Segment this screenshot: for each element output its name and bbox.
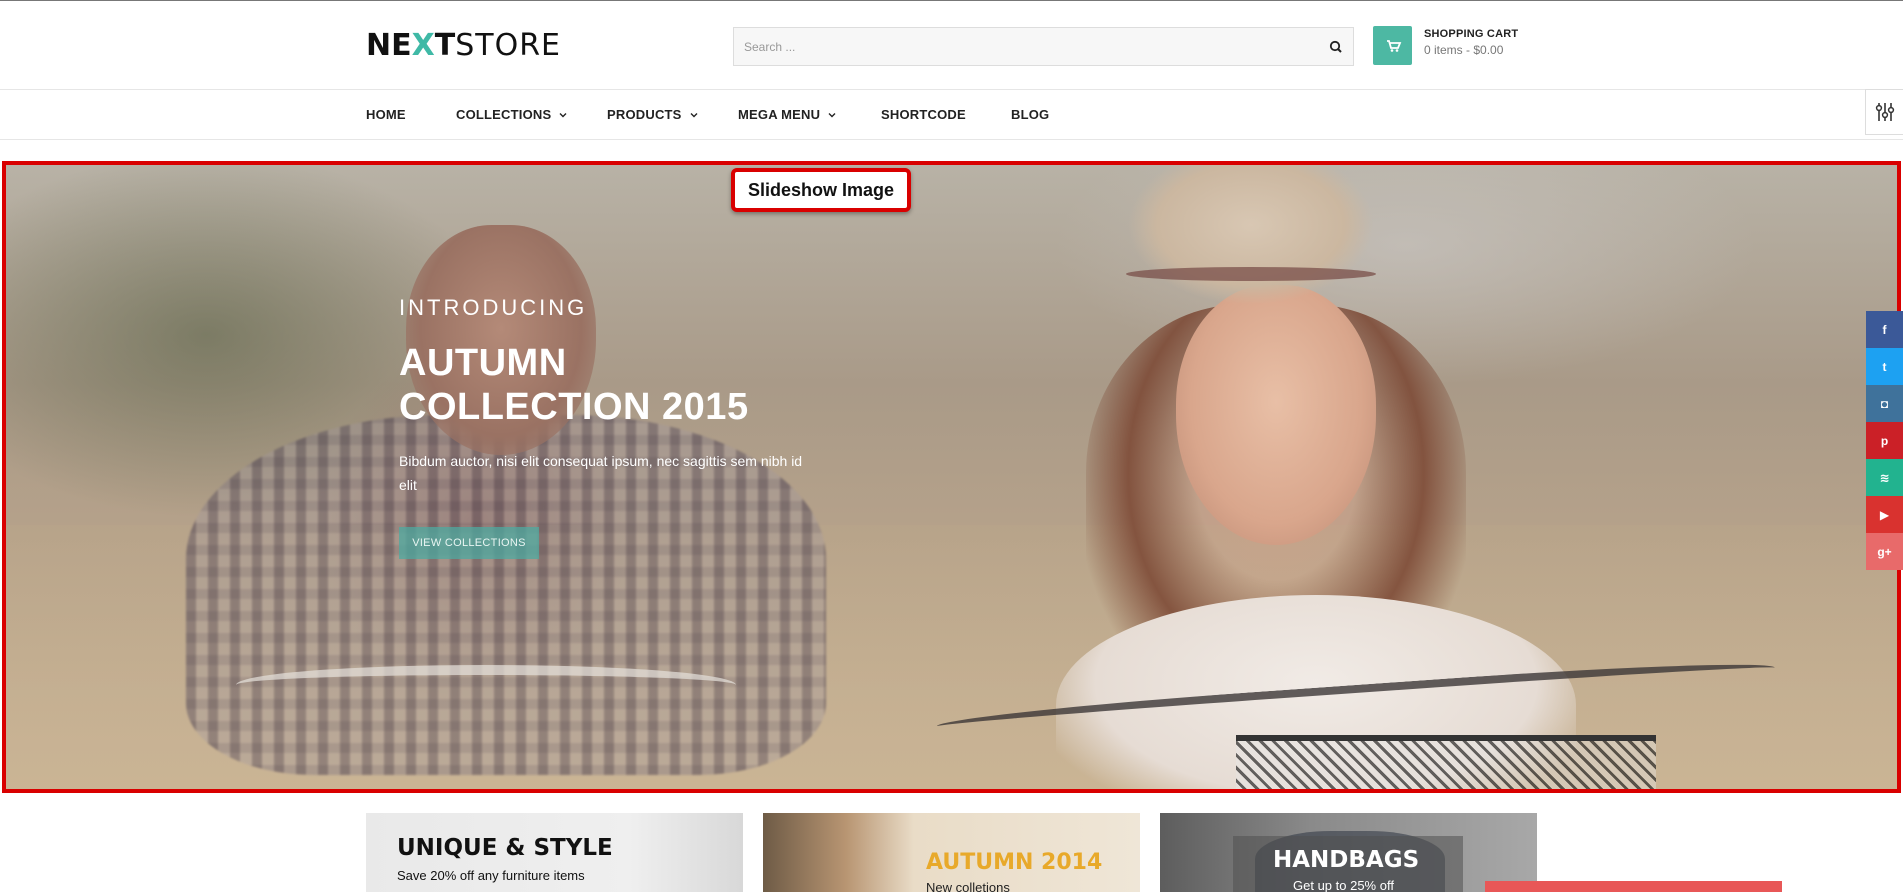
rss-icon: ≋ xyxy=(1879,470,1890,485)
nav-label: MEGA MENU xyxy=(738,107,821,122)
nav-item-collections[interactable]: COLLECTIONS xyxy=(456,107,567,122)
chevron-down-icon xyxy=(690,112,698,117)
logo-part-ne: NE xyxy=(366,28,412,63)
promo-banner-handbags[interactable]: HANDBAGS Get up to 25% off xyxy=(1160,813,1537,892)
nav-item-blog[interactable]: BLOG xyxy=(1011,107,1049,122)
twitter-link[interactable]: t xyxy=(1866,348,1903,385)
google-plus-link[interactable]: g+ xyxy=(1866,533,1903,570)
instagram-icon: ◘ xyxy=(1880,396,1889,411)
nav-label: SHORTCODE xyxy=(881,107,966,122)
promo-subtitle: New colletions xyxy=(926,880,1010,892)
nav-label: HOME xyxy=(366,107,406,122)
promo-banner-autumn[interactable]: AUTUMN 2014 New colletions xyxy=(763,813,1140,892)
twitter-icon: t xyxy=(1882,359,1887,374)
nav-item-home[interactable]: HOME xyxy=(366,107,406,122)
logo-part-store: STORE xyxy=(455,28,561,63)
search-box xyxy=(733,27,1354,66)
slide-headline: AUTUMN COLLECTION 2015 xyxy=(399,341,819,429)
cart-button[interactable] xyxy=(1373,26,1412,65)
youtube-icon: ▶ xyxy=(1879,507,1890,522)
promo-title: AUTUMN 2014 xyxy=(926,850,1103,875)
promo-subtitle: Get up to 25% off xyxy=(1293,878,1394,892)
search-button[interactable] xyxy=(1325,36,1347,58)
store-logo[interactable]: NE X T STORE xyxy=(366,31,561,61)
site-header: NEXTSTORE SHOPPING CART 0 items - $0.00 xyxy=(0,1,1903,89)
nav-label: BLOG xyxy=(1011,107,1050,122)
facebook-link[interactable]: f xyxy=(1866,311,1903,348)
cart-summary[interactable]: SHOPPING CART 0 items - $0.00 xyxy=(1424,28,1518,57)
cart-items-total: 0 items - $0.00 xyxy=(1424,43,1504,57)
nav-item-mega-menu[interactable]: MEGA MENU xyxy=(738,107,836,122)
annotation-label: Slideshow Image xyxy=(731,168,911,212)
nav-label: PRODUCTS xyxy=(607,107,682,122)
nav-item-shortcode[interactable]: SHORTCODE xyxy=(881,107,966,122)
slide-headline-line2: COLLECTION 2015 xyxy=(399,386,749,428)
shopping-cart-icon xyxy=(1387,40,1402,52)
pinterest-link[interactable]: p xyxy=(1866,422,1903,459)
chevron-down-icon xyxy=(828,112,836,117)
search-icon xyxy=(1329,40,1342,53)
logo-part-t: T xyxy=(434,28,456,63)
chevron-down-icon xyxy=(559,112,567,117)
slide-hat-band xyxy=(1126,267,1376,281)
slide-kicker: INTRODUCING xyxy=(399,295,588,320)
slide-woman-face xyxy=(1176,285,1376,545)
search-input[interactable] xyxy=(744,28,1304,65)
nav-item-products[interactable]: PRODUCTS xyxy=(607,107,698,122)
promo-title: UNIQUE & STYLE xyxy=(397,835,613,861)
social-sidebar: f t ◘ p ≋ ▶ g+ xyxy=(1866,311,1903,570)
main-nav: HOME COLLECTIONS PRODUCTS MEGA MENU SHOR… xyxy=(0,89,1903,140)
newsletter-popup-edge[interactable] xyxy=(1485,881,1782,892)
sliders-icon xyxy=(1875,103,1894,121)
cart-title: SHOPPING CART xyxy=(1424,28,1519,40)
promo-subtitle: Save 20% off any furniture items xyxy=(397,868,585,883)
rss-link[interactable]: ≋ xyxy=(1866,459,1903,496)
theme-settings-toggle[interactable] xyxy=(1865,89,1903,135)
pinterest-icon: p xyxy=(1880,433,1889,448)
logo-part-x: X xyxy=(411,28,435,63)
slide-headline-line1: AUTUMN xyxy=(399,342,567,384)
instagram-link[interactable]: ◘ xyxy=(1866,385,1903,422)
promo-title: HANDBAGS xyxy=(1273,847,1420,873)
slide-bike-basket xyxy=(1236,735,1656,789)
facebook-icon: f xyxy=(1882,322,1887,337)
slide-woman-hat xyxy=(1081,165,1421,315)
slideshow-image[interactable]: INTRODUCING AUTUMN COLLECTION 2015 Bibdu… xyxy=(2,161,1901,793)
slide-bike-handlebar-left xyxy=(236,665,736,705)
nav-label: COLLECTIONS xyxy=(456,107,552,122)
promo-banner-unique-style[interactable]: UNIQUE & STYLE Save 20% off any furnitur… xyxy=(366,813,743,892)
slide-description: Bibdum auctor, nisi elit consequat ipsum… xyxy=(399,453,803,493)
slide-caption: INTRODUCING AUTUMN COLLECTION 2015 Bibdu… xyxy=(399,295,819,559)
google-plus-icon: g+ xyxy=(1877,544,1892,559)
youtube-link[interactable]: ▶ xyxy=(1866,496,1903,533)
view-collections-button[interactable]: VIEW COLLECTIONS xyxy=(399,527,539,559)
